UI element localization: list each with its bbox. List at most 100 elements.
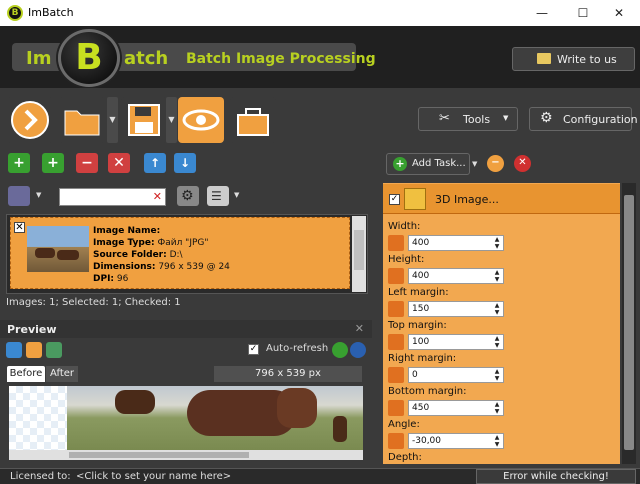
preview-hscrollbar[interactable] [9,450,363,460]
close-button[interactable]: ✕ [596,0,640,26]
list-scroll-thumb[interactable] [354,230,364,270]
add-image-icon: + [13,155,25,171]
remove-image-button[interactable]: − [76,153,98,173]
folder-value: D:\ [169,250,183,260]
move-down-button[interactable]: ↓ [174,153,196,173]
write-to-us-label: Write to us [557,53,617,66]
spinner-icon[interactable]: ▲ ▼ [492,269,502,283]
add-folder-icon: + [47,155,59,171]
save-dropdown[interactable]: ▼ [166,97,177,143]
dpi-label: DPI: [93,274,115,284]
minimize-button[interactable]: — [519,0,565,26]
clear-tasks-button[interactable]: ✕ [514,155,531,172]
save-button[interactable] [121,97,167,143]
param-value[interactable]: 450 [408,400,504,416]
add-task-button[interactable]: + Add Task... [386,153,470,175]
reset-icon[interactable] [388,235,404,251]
list-item[interactable]: ✕ Image Name: Image Type: Файл "JPG" Sou… [10,217,350,289]
open-folder-dropdown[interactable]: ▼ [107,97,118,143]
view-mode-button[interactable]: ☰ [207,186,229,206]
item-checkbox[interactable]: ✕ [14,222,25,233]
title-bar: B ImBatch — ☐ ✕ [0,0,640,26]
task-name: 3D Image... [435,193,499,206]
run-button[interactable] [7,97,53,143]
spinner-icon[interactable]: ▲ ▼ [492,434,502,448]
globe-icon[interactable] [350,342,366,358]
set-name-link[interactable]: <Click to set your name here> [76,471,231,482]
reset-icon[interactable] [388,433,404,449]
param-value[interactable]: 400 [408,235,504,251]
spinner-icon[interactable]: ▲ ▼ [492,335,502,349]
transparency-checker [9,386,67,450]
param-value[interactable]: 150 [408,301,504,317]
add-task-icon: + [393,157,407,171]
task-scroll-thumb[interactable] [624,195,634,450]
reset-icon[interactable] [388,400,404,416]
add-task-dropdown-icon[interactable]: ▼ [472,160,477,168]
reset-icon[interactable] [388,367,404,383]
folder-label: Source Folder: [93,250,167,260]
reset-icon[interactable] [388,268,404,284]
close-preview-icon[interactable]: ✕ [355,322,364,335]
gear-image-icon: ⚙ [181,188,194,204]
zoom-fit-icon[interactable] [46,342,62,358]
remove-task-button[interactable]: − [487,155,504,172]
preview-horse-3 [277,388,317,428]
type-value: Файл "JPG" [157,238,209,248]
shop-button[interactable] [230,97,276,143]
preview-image-area[interactable] [9,386,363,450]
preview-header: Preview ✕ [0,320,372,338]
reset-icon[interactable] [388,301,404,317]
spinner-icon[interactable]: ▲ ▼ [492,302,502,316]
refresh-icon[interactable] [332,342,348,358]
tools-menu-button[interactable]: ✂ Tools ▼ [418,107,518,131]
select-mode-dropdown-icon[interactable]: ▼ [36,191,41,199]
status-bar: Licensed to: <Click to set your name her… [0,468,640,484]
open-folder-button[interactable] [59,97,105,143]
tab-before[interactable]: Before [7,366,45,382]
configuration-button[interactable]: ⚙ Configuration [529,107,638,131]
spinner-icon[interactable]: ▲ ▼ [492,401,502,415]
task-scrollbar[interactable] [622,183,636,464]
preview-toggle-button[interactable] [178,97,224,143]
tab-after[interactable]: After [46,366,78,382]
error-status[interactable]: Error while checking! [476,469,636,484]
add-image-button[interactable]: + [8,153,30,173]
param-value[interactable]: 0 [408,367,504,383]
image-settings-button[interactable]: ⚙ [177,186,199,206]
spinner-icon[interactable]: ▲ ▼ [492,236,502,250]
param-value[interactable]: -30,00 [408,433,504,449]
wrench-icon: ✂ [439,111,450,126]
task-checkbox[interactable]: ✓ [389,194,400,205]
remove-all-button[interactable]: ✕ [108,153,130,173]
logo-prefix: Im [26,48,52,69]
eye-icon [182,109,220,131]
chevron-down-icon: ▼ [503,114,509,122]
param-label: Angle: [388,419,420,430]
preview-hscroll-thumb[interactable] [69,452,249,458]
zoom-icon[interactable] [6,342,22,358]
add-task-label: Add Task... [412,158,466,169]
clear-filter-icon[interactable]: ✕ [153,190,162,203]
preview-dimensions: 796 x 539 px [214,366,362,382]
hand-icon[interactable] [26,342,42,358]
param-value[interactable]: 400 [408,268,504,284]
arrow-up-icon: ↑ [149,156,161,170]
auto-refresh-check[interactable]: ✓ [248,344,259,355]
view-mode-dropdown-icon[interactable]: ▼ [234,191,239,199]
add-folder-button[interactable]: + [42,153,64,173]
dpi-value: 96 [116,274,129,284]
remove-image-icon: − [81,155,93,171]
list-scrollbar[interactable] [352,216,366,292]
select-mode-button[interactable] [8,186,30,206]
preview-horse-1 [115,390,155,414]
task-header[interactable]: ✓ 3D Image... [383,184,620,214]
spinner-icon[interactable]: ▲ ▼ [492,368,502,382]
move-up-button[interactable]: ↑ [144,153,166,173]
filter-input[interactable]: ✕ [59,188,166,206]
reset-icon[interactable] [388,334,404,350]
write-to-us-button[interactable]: Write to us [512,47,635,71]
type-label: Image Type: [93,238,155,248]
param-value[interactable]: 100 [408,334,504,350]
preview-horse-4 [333,416,347,442]
